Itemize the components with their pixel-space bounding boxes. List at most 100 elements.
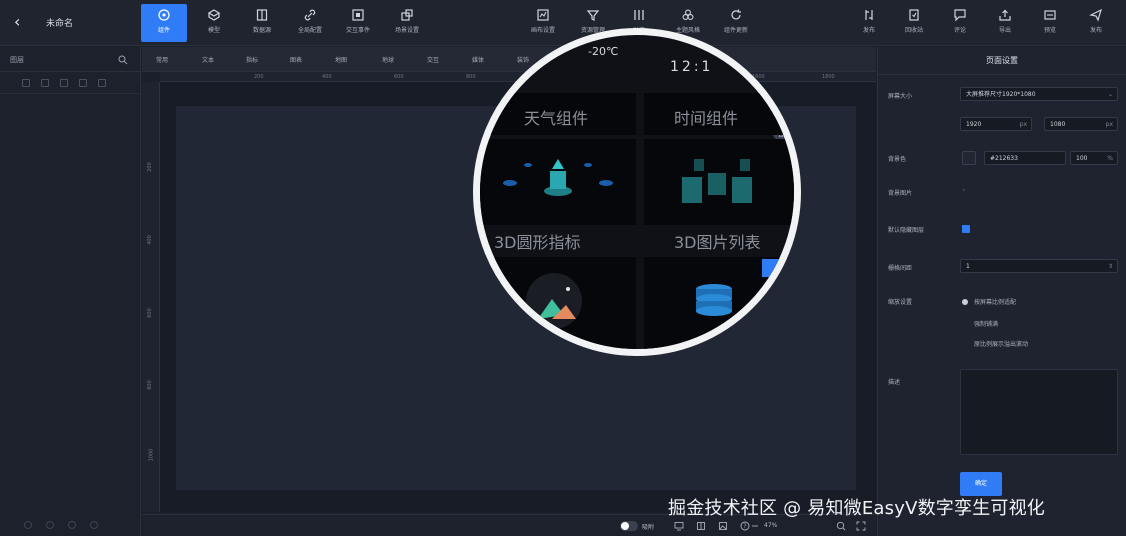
move-up-icon[interactable] <box>22 79 30 87</box>
align-icon <box>634 10 644 20</box>
layout-icon[interactable] <box>696 521 706 531</box>
component-icon <box>158 9 170 21</box>
tool-recycle[interactable]: 回收站 <box>891 4 937 42</box>
tile-title-3d-circle: 3D圆形指标 <box>494 233 581 252</box>
image-icon[interactable] <box>718 521 728 531</box>
tile-image[interactable] <box>480 257 636 349</box>
mountain-image-icon <box>526 273 582 329</box>
screen-size-select[interactable]: 大屏推荐尺寸1920*1080 ⌄ <box>960 87 1118 101</box>
tab-earth[interactable]: 地球 <box>382 55 394 64</box>
bg-opacity-unit: % <box>1107 155 1113 162</box>
tool-component[interactable]: 组件 <box>141 4 187 42</box>
bg-color-input[interactable]: #212633 <box>984 151 1066 165</box>
send-icon <box>1089 8 1102 22</box>
snap-label: 吸附 <box>642 524 655 531</box>
chart-icon <box>537 9 549 21</box>
color-swatch[interactable] <box>962 151 976 165</box>
default-hide-label: 默认隐藏图层 <box>888 227 925 234</box>
apply-button[interactable]: 确定 <box>960 472 1002 496</box>
width-value: 1920 <box>966 121 982 128</box>
layer-panel-header: 图层 <box>0 47 140 72</box>
tool-preview[interactable]: 预览 <box>1027 4 1073 42</box>
tool-export[interactable]: 导出 <box>982 4 1028 42</box>
tile-database[interactable] <box>644 257 794 349</box>
tab-text[interactable]: 文本 <box>202 55 214 64</box>
tab-indicator[interactable]: 指标 <box>246 55 258 64</box>
tool-label: 组件 <box>157 27 170 34</box>
grid-label: 栅格间距 <box>888 265 913 272</box>
tool-label: 场景设置 <box>394 27 419 34</box>
copy-icon[interactable] <box>46 521 55 529</box>
height-value: 1080 <box>1050 121 1066 128</box>
comment-icon <box>954 9 966 22</box>
fullscreen-icon[interactable] <box>856 521 866 531</box>
grid-input[interactable]: 1 ⇕ <box>960 259 1118 273</box>
scale-option[interactable]: 强制铺满 <box>974 319 998 328</box>
scale-option[interactable]: 按屏幕比例适配 <box>974 297 1016 306</box>
search-icon[interactable] <box>118 55 128 65</box>
stepper-icon: ⇕ <box>1107 263 1113 270</box>
export-icon <box>999 9 1011 21</box>
bg-opacity-input[interactable]: 100 % <box>1070 151 1118 165</box>
lock-icon[interactable] <box>98 79 107 87</box>
tab-interaction[interactable]: 交互 <box>427 55 439 64</box>
height-input[interactable]: 1080 px <box>1044 117 1118 131</box>
project-name[interactable]: 未命名 <box>46 16 73 29</box>
zoom-value[interactable]: 47% <box>764 522 777 529</box>
delete-icon[interactable] <box>68 521 77 529</box>
bg-opacity-value: 100 <box>1076 155 1088 162</box>
page-settings-panel: 页面设置 屏幕大小 大屏推荐尺寸1920*1080 ⌄ 1920 px 1080… <box>877 47 1126 536</box>
tool-label: 评论 <box>953 27 966 34</box>
settings-icon[interactable] <box>90 521 99 529</box>
scale-radio[interactable] <box>962 299 968 305</box>
ruler-tick: 400 <box>322 74 332 80</box>
hide-icon[interactable] <box>24 521 32 529</box>
tool-label: 预览 <box>1043 27 1056 34</box>
tab-map[interactable]: 地图 <box>335 55 347 64</box>
tab-chart[interactable]: 图表 <box>290 55 302 64</box>
monitor-icon[interactable] <box>674 521 684 531</box>
tool-label: 交互事件 <box>345 27 370 34</box>
database-icon <box>696 259 780 316</box>
tool-send[interactable]: 发布 <box>1073 4 1119 42</box>
layer-toolbar <box>0 72 140 94</box>
height-unit: px <box>1105 121 1113 128</box>
width-input[interactable]: 1920 px <box>960 117 1032 131</box>
tool-datasource[interactable]: 数据源 <box>239 4 285 42</box>
help-icon[interactable]: ? <box>740 521 750 531</box>
ruler-tick: 1800 <box>822 74 835 80</box>
tool-scene[interactable]: 场景设置 <box>384 4 430 42</box>
tool-label: 组件更新 <box>723 27 748 34</box>
link-icon <box>304 9 316 21</box>
refresh-icon <box>731 9 741 20</box>
tool-publish[interactable]: 发布 <box>846 4 892 42</box>
description-textarea[interactable] <box>960 369 1118 455</box>
tile-3d-circle[interactable] <box>480 139 636 225</box>
scale-option[interactable]: 原比例展示溢出滚动 <box>974 339 1028 348</box>
zoom-out-icon[interactable] <box>750 521 760 531</box>
tile-title-weather: 天气组件 <box>524 109 589 128</box>
datasource-icon <box>256 9 268 21</box>
tool-comment[interactable]: 评论 <box>937 4 983 42</box>
ungroup-icon[interactable] <box>79 79 88 87</box>
grid-value: 1 <box>966 263 970 270</box>
move-down-icon[interactable] <box>41 79 50 87</box>
event-icon <box>352 9 364 21</box>
tile-3d-image-list[interactable] <box>644 139 794 225</box>
weather-temp-text: -20℃ <box>588 45 619 58</box>
bg-image-help-icon[interactable]: ◦ <box>962 187 966 194</box>
ruler-tick: 200 <box>254 74 264 80</box>
tab-common[interactable]: 常用 <box>156 55 168 64</box>
ruler-tick: 600 <box>146 308 153 318</box>
tool-model[interactable]: 模型 <box>191 4 237 42</box>
chevron-down-icon: ⌄ <box>1107 91 1113 98</box>
snap-toggle[interactable] <box>620 521 638 531</box>
tool-global-config[interactable]: 全局配置 <box>287 4 333 42</box>
zoom-in-icon[interactable] <box>836 521 846 531</box>
back-icon[interactable]: ‹ <box>14 14 28 30</box>
tool-label: 发布 <box>862 27 875 34</box>
group-icon[interactable] <box>60 79 69 87</box>
tool-interaction[interactable]: 交互事件 <box>335 4 381 42</box>
preview-icon <box>1044 10 1056 20</box>
default-hide-checkbox[interactable] <box>962 225 970 233</box>
